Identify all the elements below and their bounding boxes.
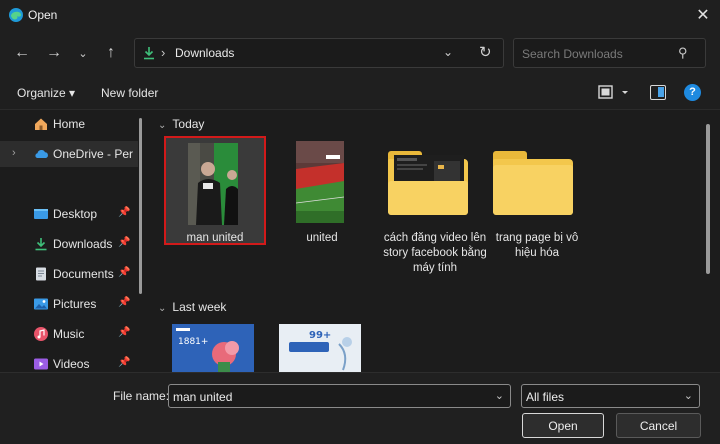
refresh-icon[interactable]: ↻ xyxy=(479,43,492,61)
arrow-right-icon: → xyxy=(46,44,62,61)
recent-locations-button[interactable]: ⌄ xyxy=(70,40,96,66)
videos-icon xyxy=(34,358,48,370)
file-item-united[interactable]: united xyxy=(270,110,374,250)
forward-button[interactable]: → xyxy=(41,40,67,66)
navigation-pane: Home › OneDrive - Perso Desktop 📌 Downlo… xyxy=(0,110,150,372)
file-item-image[interactable]: 99+ xyxy=(270,314,374,372)
search-input[interactable]: Search Downloads xyxy=(522,47,623,61)
document-icon xyxy=(36,267,46,281)
arrow-up-icon: ↑ xyxy=(107,44,115,61)
open-button[interactable]: Open xyxy=(522,413,604,438)
folder-icon xyxy=(493,151,573,215)
file-type-value: All files xyxy=(526,390,565,404)
svg-text:1881+: 1881+ xyxy=(178,337,208,347)
file-name-value[interactable]: man united xyxy=(173,390,232,404)
arrow-left-icon: ← xyxy=(14,44,30,61)
preview-pane-icon[interactable] xyxy=(650,85,666,100)
close-button[interactable]: ✕ xyxy=(686,0,720,30)
dialog-footer: File name: man united ⌄ All files ⌄ Open… xyxy=(0,372,720,444)
group-header-last-week[interactable]: ⌄ Last week xyxy=(158,300,226,314)
file-list: ⌄ Today man united united cách đăng vide… xyxy=(150,110,720,372)
sidebar-item-home[interactable]: Home xyxy=(0,111,138,137)
file-item-label: united xyxy=(306,232,338,244)
chevron-down-icon[interactable]: ⌄ xyxy=(495,389,504,402)
cancel-button[interactable]: Cancel xyxy=(616,413,701,438)
chevron-down-icon: ⌄ xyxy=(683,390,693,402)
back-button[interactable]: ← xyxy=(9,40,35,66)
folder-icon xyxy=(388,151,468,215)
download-icon xyxy=(35,238,47,251)
file-name-field[interactable]: man united ⌄ xyxy=(168,384,511,408)
desktop-icon xyxy=(34,209,48,219)
sidebar-item-label: OneDrive - Perso xyxy=(53,147,133,161)
file-type-select[interactable]: All files ⌄ xyxy=(521,384,700,408)
address-bar[interactable]: › Downloads ⌄ ↻ xyxy=(134,38,504,68)
music-icon xyxy=(34,327,48,341)
folder-item-cach-dang-video[interactable]: cách đăng video lên story facebook bằng … xyxy=(374,110,487,300)
pin-icon[interactable]: 📌 xyxy=(118,267,130,278)
address-folder[interactable]: Downloads xyxy=(175,46,234,60)
download-icon xyxy=(144,47,154,60)
folder-item-trang-page[interactable]: trang page bị vô hiệu hóa xyxy=(482,110,594,270)
address-dropdown-icon[interactable]: ⌄ xyxy=(443,45,453,59)
edge-icon xyxy=(9,8,23,22)
sidebar-item-music[interactable]: Music 📌 xyxy=(0,321,138,347)
sidebar-item-label: Music xyxy=(53,327,85,341)
window-title: Open xyxy=(28,8,58,22)
pin-icon[interactable]: 📌 xyxy=(118,207,130,218)
sidebar-item-label: Desktop xyxy=(53,207,98,221)
image-thumbnail: 99+ xyxy=(279,324,361,372)
pictures-icon xyxy=(34,298,48,310)
file-item-label: cách đăng video lên story facebook bằng … xyxy=(383,232,487,274)
organize-button[interactable]: Organize ▾ xyxy=(17,86,75,100)
file-item-label: man united xyxy=(186,232,244,244)
view-options-icon[interactable] xyxy=(598,84,632,102)
pin-icon[interactable]: 📌 xyxy=(118,237,130,248)
chevron-down-icon: ⌄ xyxy=(78,47,88,60)
help-icon[interactable]: ? xyxy=(684,84,701,101)
sidebar-item-documents[interactable]: Documents 📌 xyxy=(0,261,138,287)
new-folder-button[interactable]: New folder xyxy=(101,86,158,100)
svg-text:99+: 99+ xyxy=(309,330,331,341)
search-icon: ⚲ xyxy=(678,45,688,60)
command-bar: Organize ▾ New folder ? xyxy=(0,76,720,110)
pin-icon[interactable]: 📌 xyxy=(118,357,130,368)
image-thumbnail: 1881+ xyxy=(172,324,254,372)
file-name-label: File name: xyxy=(113,389,170,403)
sidebar-item-label: Pictures xyxy=(53,297,97,311)
video-thumbnail xyxy=(188,143,238,225)
pin-icon[interactable]: 📌 xyxy=(118,297,130,308)
search-box[interactable]: Search Downloads ⚲ xyxy=(513,38,706,68)
title-bar: Open ✕ xyxy=(0,0,720,30)
home-icon xyxy=(35,118,47,130)
chevron-down-icon: ⌄ xyxy=(158,303,167,314)
sidebar-item-onedrive[interactable]: › OneDrive - Perso xyxy=(0,141,138,167)
sidebar-item-pictures[interactable]: Pictures 📌 xyxy=(0,291,138,317)
sidebar-item-label: Videos xyxy=(53,357,90,371)
chevron-right-icon[interactable]: › xyxy=(12,147,16,159)
cloud-icon xyxy=(35,149,48,158)
video-thumbnail xyxy=(296,141,344,223)
sidebar-item-label: Documents xyxy=(53,267,114,281)
sidebar-scrollbar[interactable] xyxy=(139,118,142,294)
sidebar-item-label: Home xyxy=(53,117,86,131)
navigation-bar: ← → ⌄ ↑ › Downloads ⌄ ↻ Search Downloads… xyxy=(0,30,720,76)
sidebar-item-label: Downloads xyxy=(53,237,113,251)
file-item-label: trang page bị vô hiệu hóa xyxy=(495,232,579,259)
pin-icon[interactable]: 📌 xyxy=(118,327,130,338)
up-button[interactable]: ↑ xyxy=(98,40,124,66)
file-item-man-united[interactable]: man united xyxy=(150,110,280,250)
sidebar-item-downloads[interactable]: Downloads 📌 xyxy=(0,231,138,257)
content-scrollbar[interactable] xyxy=(706,124,710,274)
sidebar-item-desktop[interactable]: Desktop 📌 xyxy=(0,201,138,227)
chevron-right-icon: › xyxy=(161,45,166,60)
file-item-image[interactable]: 1881+ xyxy=(150,314,280,372)
close-icon: ✕ xyxy=(696,7,710,24)
